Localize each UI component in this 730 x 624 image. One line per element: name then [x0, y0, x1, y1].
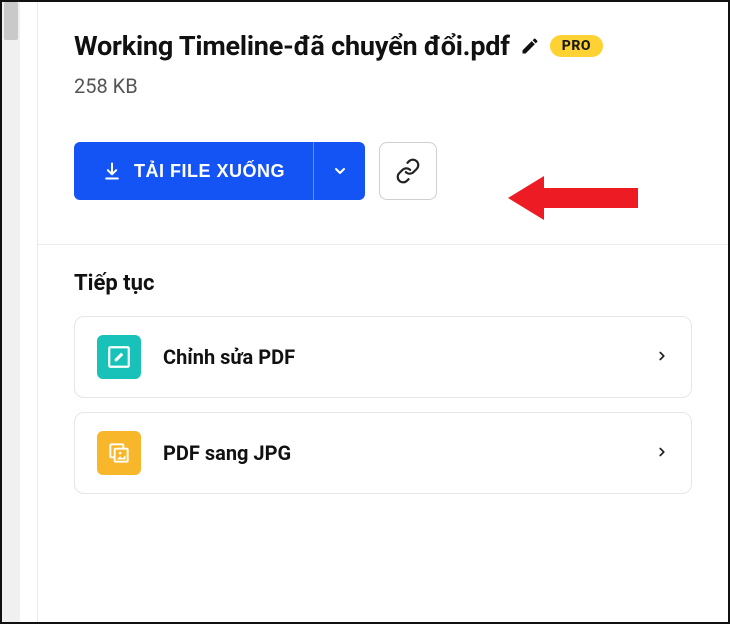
pro-badge: PRO [550, 35, 603, 57]
pdf-to-jpg-icon [97, 431, 141, 475]
continue-card-list: Chỉnh sửa PDF PDF sang JPG [74, 316, 692, 494]
action-row: TẢI FILE XUỐNG [74, 142, 692, 200]
file-header: Working Timeline-đã chuyển đổi.pdf PRO [74, 30, 692, 62]
section-divider [38, 244, 728, 245]
share-link-button[interactable] [379, 142, 437, 200]
card-label: Chỉnh sửa PDF [163, 345, 633, 369]
continue-section-title: Tiếp tục [74, 271, 692, 296]
edit-filename-icon[interactable] [520, 36, 540, 56]
download-icon [102, 161, 122, 181]
download-button[interactable]: TẢI FILE XUỐNG [74, 142, 313, 200]
download-label: TẢI FILE XUỐNG [134, 161, 285, 182]
scrollbar-thumb[interactable] [4, 2, 18, 40]
download-dropdown-toggle[interactable] [313, 142, 365, 200]
card-edit-pdf[interactable]: Chỉnh sửa PDF [74, 316, 692, 398]
chevron-right-icon [655, 348, 669, 367]
left-panel-sliver [20, 2, 38, 622]
file-name: Working Timeline-đã chuyển đổi.pdf [74, 30, 510, 62]
edit-pdf-icon [97, 335, 141, 379]
file-size: 258 KB [74, 74, 692, 98]
main-content: Working Timeline-đã chuyển đổi.pdf PRO 2… [38, 2, 728, 622]
link-icon [395, 158, 421, 184]
card-pdf-to-jpg[interactable]: PDF sang JPG [74, 412, 692, 494]
scrollbar[interactable] [2, 2, 20, 622]
chevron-down-icon [332, 163, 348, 179]
card-label: PDF sang JPG [163, 441, 633, 465]
download-button-group: TẢI FILE XUỐNG [74, 142, 365, 200]
chevron-right-icon [655, 444, 669, 463]
